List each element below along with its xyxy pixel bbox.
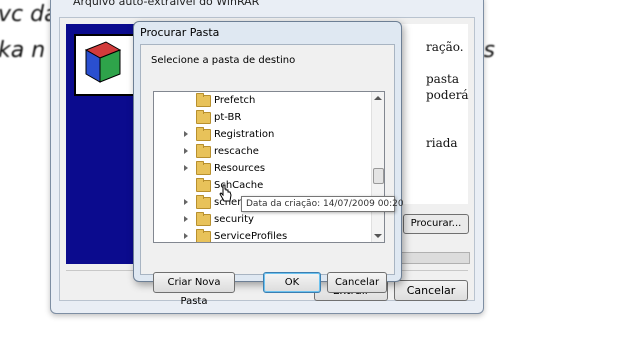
- tree-item-schcache[interactable]: SchCache: [154, 177, 372, 194]
- folder-icon: [196, 144, 211, 158]
- sfx-info-text-4: riada: [426, 136, 458, 150]
- tree-item-label: rescache: [214, 146, 259, 157]
- folder-icon: [196, 93, 211, 107]
- dialog-cancel-button[interactable]: Cancelar: [327, 272, 387, 293]
- folder-tree[interactable]: Prefetch pt-BR Registration rescache Res…: [153, 91, 385, 243]
- tree-item-label: ServiceProfiles: [214, 231, 288, 242]
- expand-arrow-icon[interactable]: [184, 148, 188, 154]
- folder-icon: [196, 195, 211, 209]
- winrar-logo-icon: [74, 34, 136, 96]
- tree-item-rescache[interactable]: rescache: [154, 143, 372, 160]
- sfx-browse-button[interactable]: Procurar...: [403, 214, 469, 234]
- folder-icon: [196, 161, 211, 175]
- dialog-content: Selecione a pasta de destino Prefetch pt…: [140, 44, 395, 307]
- tree-item-security[interactable]: security: [154, 211, 372, 228]
- create-new-folder-button[interactable]: Criar Nova Pasta: [153, 272, 235, 307]
- tree-item-resources[interactable]: Resources: [154, 160, 372, 177]
- expand-arrow-icon[interactable]: [184, 199, 188, 205]
- expand-arrow-icon[interactable]: [184, 233, 188, 239]
- dialog-instruction: Selecione a pasta de destino: [151, 55, 296, 66]
- tree-item-prefetch[interactable]: Prefetch: [154, 92, 372, 109]
- tree-item-label: Prefetch: [214, 95, 256, 106]
- scroll-thumb[interactable]: [373, 168, 384, 184]
- creation-date-tooltip: Data da criação: 14/07/2009 00:20: [241, 196, 404, 212]
- sfx-window-title: Arquivo auto-extraível do WinRAR: [73, 0, 260, 8]
- sfx-info-text-3: poderá: [426, 88, 469, 102]
- folder-icon: [196, 178, 211, 192]
- sfx-info-text-2: pasta: [426, 72, 459, 86]
- background-text-line-1: vc da: [0, 2, 58, 27]
- sfx-info-text-1: ração.: [426, 40, 464, 54]
- sfx-cancel-button[interactable]: Cancelar: [394, 280, 468, 301]
- tree-scrollbar[interactable]: [371, 92, 384, 242]
- scroll-down-arrow-icon[interactable]: [374, 234, 382, 238]
- ok-button[interactable]: OK: [263, 272, 321, 293]
- tree-item-registration[interactable]: Registration: [154, 126, 372, 143]
- folder-icon: [196, 229, 211, 242]
- sfx-banner: [66, 24, 140, 264]
- expand-arrow-icon[interactable]: [184, 165, 188, 171]
- sfx-progress-bar: [396, 252, 470, 264]
- tree-item-label: pt-BR: [214, 112, 242, 123]
- tree-item-label: Registration: [214, 129, 275, 140]
- expand-arrow-icon[interactable]: [184, 131, 188, 137]
- scroll-up-arrow-icon[interactable]: [374, 96, 382, 100]
- folder-icon: [196, 212, 211, 226]
- background-text-line-2: ka n: [0, 38, 46, 63]
- dialog-title: Procurar Pasta: [140, 26, 220, 39]
- tree-item-serviceprofiles[interactable]: ServiceProfiles: [154, 228, 372, 242]
- folder-icon: [196, 127, 211, 141]
- folder-icon: [196, 110, 211, 124]
- tree-item-label: security: [214, 214, 254, 225]
- browse-folder-dialog: Procurar Pasta Selecione a pasta de dest…: [133, 21, 402, 307]
- tree-item-pt-br[interactable]: pt-BR: [154, 109, 372, 126]
- expand-arrow-icon[interactable]: [184, 216, 188, 222]
- tree-item-label: Resources: [214, 163, 266, 174]
